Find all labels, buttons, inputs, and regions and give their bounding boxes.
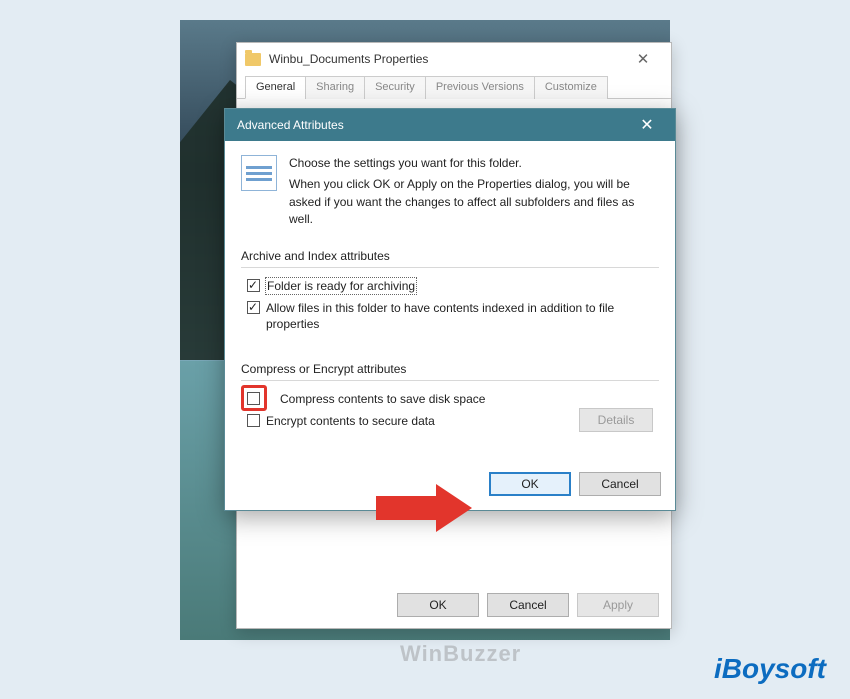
tab-previous-versions[interactable]: Previous Versions bbox=[425, 76, 535, 99]
properties-tabs: General Sharing Security Previous Versio… bbox=[237, 75, 671, 99]
checkbox-label: Compress contents to save disk space bbox=[266, 391, 485, 407]
archive-group-label: Archive and Index attributes bbox=[241, 249, 659, 263]
checkbox-icon[interactable] bbox=[247, 414, 260, 427]
advanced-titlebar[interactable]: Advanced Attributes ✕ bbox=[225, 109, 675, 141]
advanced-title: Advanced Attributes bbox=[237, 118, 631, 132]
details-button: Details bbox=[579, 408, 653, 432]
checkbox-archiving[interactable]: Folder is ready for archiving bbox=[247, 278, 653, 294]
watermark-iboysoft: iBoysoft bbox=[714, 653, 826, 685]
checkbox-icon[interactable] bbox=[247, 279, 260, 292]
advanced-cancel-button[interactable]: Cancel bbox=[579, 472, 661, 496]
advanced-attributes-dialog: Advanced Attributes ✕ Choose the setting… bbox=[224, 108, 676, 511]
properties-apply-button: Apply bbox=[577, 593, 659, 617]
compress-group: Compress or Encrypt attributes Compress … bbox=[241, 362, 659, 441]
checkbox-icon[interactable] bbox=[247, 301, 260, 314]
compress-group-label: Compress or Encrypt attributes bbox=[241, 362, 659, 376]
checkbox-label: Encrypt contents to secure data bbox=[266, 413, 435, 429]
properties-ok-button[interactable]: OK bbox=[397, 593, 479, 617]
watermark-winbuzzer: WinBuzzer bbox=[400, 641, 521, 667]
checkbox-indexing[interactable]: Allow files in this folder to have conte… bbox=[247, 300, 653, 332]
close-icon[interactable]: ✕ bbox=[631, 112, 663, 138]
checkbox-label: Allow files in this folder to have conte… bbox=[266, 300, 653, 332]
tab-sharing[interactable]: Sharing bbox=[305, 76, 365, 99]
properties-titlebar[interactable]: Winbu_Documents Properties ✕ bbox=[237, 43, 671, 75]
attributes-icon bbox=[241, 155, 277, 191]
tab-security[interactable]: Security bbox=[364, 76, 426, 99]
archive-group: Archive and Index attributes Folder is r… bbox=[241, 249, 659, 341]
checkbox-label: Folder is ready for archiving bbox=[266, 278, 416, 294]
tab-customize[interactable]: Customize bbox=[534, 76, 608, 99]
advanced-ok-button[interactable]: OK bbox=[489, 472, 571, 496]
tab-general[interactable]: General bbox=[245, 76, 306, 99]
properties-footer: OK Cancel Apply bbox=[237, 582, 671, 628]
checkbox-compress[interactable]: Compress contents to save disk space bbox=[247, 391, 653, 407]
properties-title: Winbu_Documents Properties bbox=[269, 52, 623, 66]
advanced-intro-text: Choose the settings you want for this fo… bbox=[289, 155, 659, 229]
advanced-footer: OK Cancel bbox=[225, 466, 675, 510]
close-icon[interactable]: ✕ bbox=[623, 46, 663, 72]
folder-icon bbox=[245, 53, 261, 66]
checkbox-icon[interactable] bbox=[247, 392, 260, 405]
properties-cancel-button[interactable]: Cancel bbox=[487, 593, 569, 617]
